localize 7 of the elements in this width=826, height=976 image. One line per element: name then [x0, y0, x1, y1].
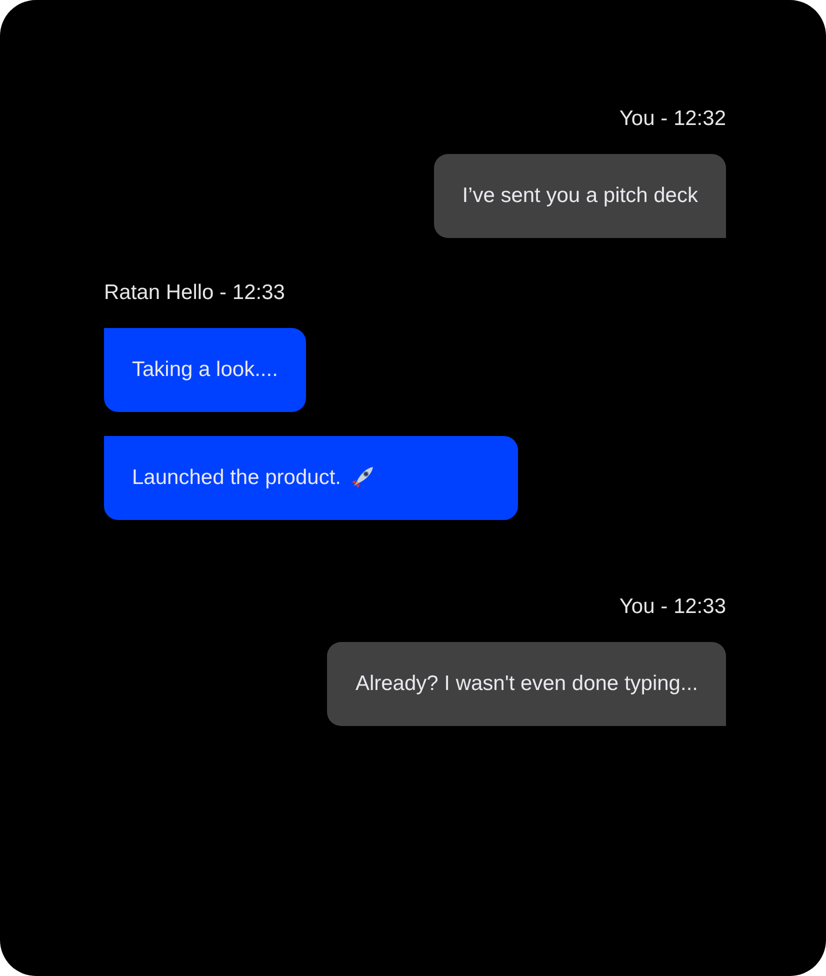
message-author-time: Ratan Hello - 12:33 [104, 280, 285, 306]
message-text: I’ve sent you a pitch deck [462, 184, 698, 208]
message-text: Launched the product. [132, 466, 341, 490]
message-author-time: You - 12:33 [619, 594, 726, 620]
message-text: Taking a look.... [132, 358, 278, 382]
message-author-time: You - 12:32 [619, 106, 726, 132]
message-text: Already? I wasn't even done typing... [355, 672, 698, 696]
